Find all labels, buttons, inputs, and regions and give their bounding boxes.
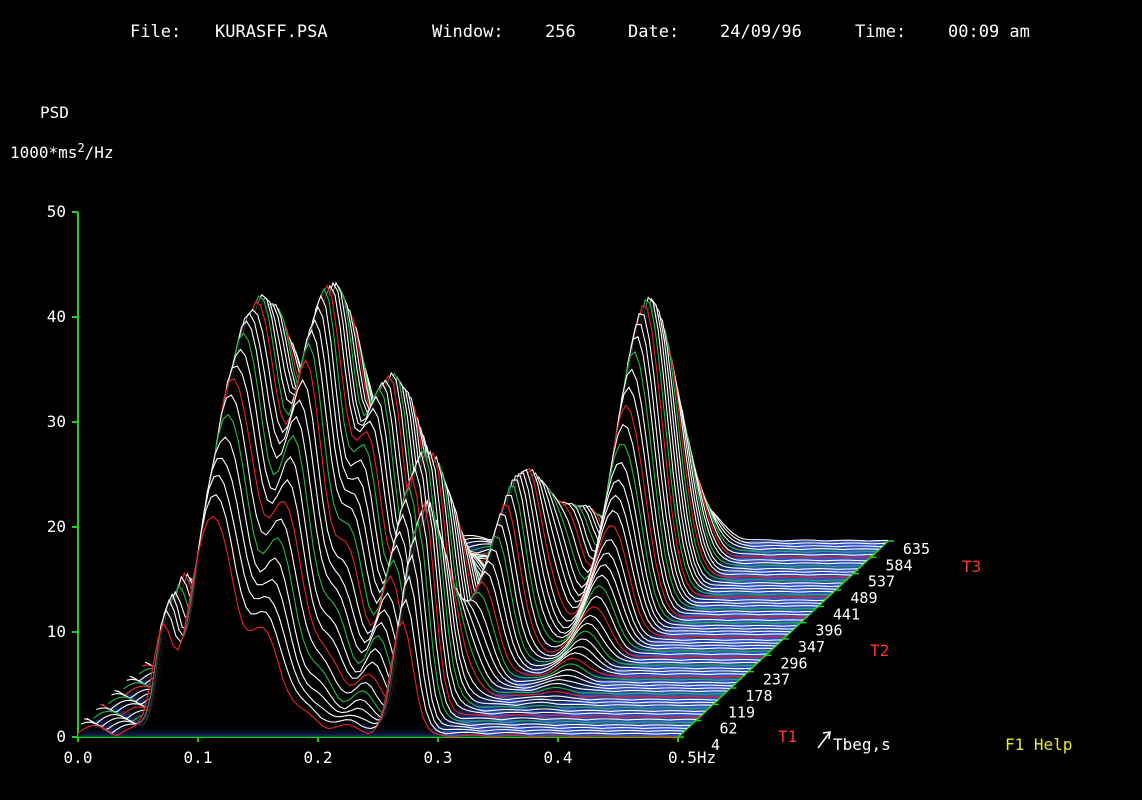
t-tick-label: 4: [711, 736, 720, 754]
x-tick-label: 0.0: [64, 748, 93, 767]
t-tick-label: 62: [719, 720, 737, 738]
psd-waterfall-plot: File: KURASFF.PSA Window: 256 Date: 24/0…: [0, 0, 1142, 800]
y-tick-label: 40: [47, 307, 66, 326]
time-marker-label: T3: [962, 557, 981, 576]
t-tick-label: 237: [763, 671, 790, 689]
t-tick-label: 347: [798, 638, 825, 656]
t-tick-label: 635: [903, 540, 930, 558]
y-axis-units-sup: 2: [77, 141, 84, 155]
y-tick-label: 10: [47, 622, 66, 641]
time-marker-label: T2: [870, 641, 889, 660]
spectrum-display: File: KURASFF.PSA Window: 256 Date: 24/0…: [0, 0, 1142, 800]
y-tick-label: 30: [47, 412, 66, 431]
y-tick-label: 50: [47, 202, 66, 221]
y-axis-units-prefix: 1000*ms: [10, 143, 77, 162]
x-tick-label: 0.2: [304, 748, 333, 767]
t-tick-label: 178: [745, 687, 772, 705]
t-tick-label: 584: [885, 556, 912, 574]
time-value: 00:09 am: [948, 22, 1030, 42]
t-tick-label: 296: [780, 654, 807, 672]
help-hint[interactable]: F1 Help: [1005, 735, 1072, 754]
x-tick-label: 0.4: [544, 748, 573, 767]
file-name: KURASFF.PSA: [215, 22, 328, 42]
x-tick-label: 0.3: [424, 748, 453, 767]
x-tick-label: 0.1: [184, 748, 213, 767]
x-tick-label: 0.5Hz: [668, 748, 716, 767]
t-tick-label: 396: [815, 622, 842, 640]
t-tick-label: 441: [833, 605, 860, 623]
date-label: Date:: [628, 22, 679, 42]
t-tick-label: 119: [728, 703, 755, 721]
window-value: 256: [545, 22, 576, 42]
window-label: Window:: [432, 22, 504, 42]
t-tick-label: 489: [850, 589, 877, 607]
time-marker-label: T1: [778, 727, 797, 746]
y-axis-units-suffix: /Hz: [85, 143, 114, 162]
y-axis-units: 1000*ms2/Hz: [10, 141, 114, 162]
t-tick-label: 537: [868, 573, 895, 591]
t-axis-label: Tbeg,s: [833, 735, 891, 754]
y-tick-label: 0: [56, 727, 66, 746]
time-label: Time:: [855, 22, 906, 42]
date-value: 24/09/96: [720, 22, 802, 42]
y-tick-label: 20: [47, 517, 66, 536]
y-axis-title: PSD: [40, 103, 69, 122]
file-label: File:: [130, 22, 181, 42]
